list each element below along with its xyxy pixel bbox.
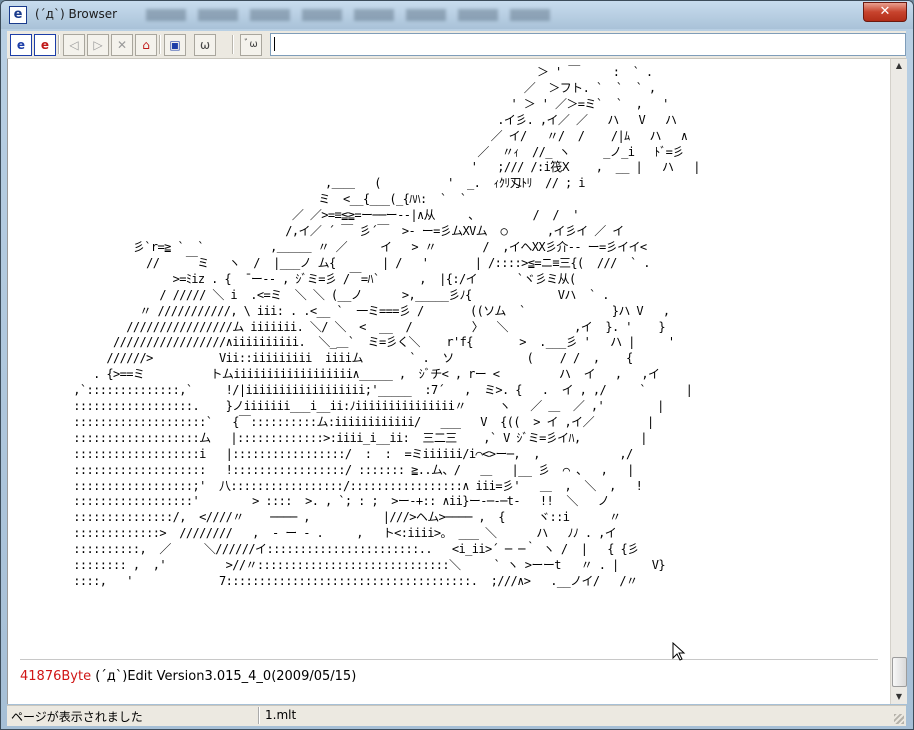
- status-bar: ページが表示されました 1.mlt: [7, 705, 906, 726]
- toolbar-separator: [159, 35, 161, 54]
- e-icon-blue[interactable]: e: [10, 34, 32, 56]
- face-icon[interactable]: ω: [194, 34, 216, 56]
- divider-line: [20, 659, 878, 660]
- address-input[interactable]: [270, 33, 906, 56]
- toolbar: e e ◁ ▷ ✕ ⌂ ▣ ω ﾞω: [7, 31, 906, 59]
- status-filename: 1.mlt: [265, 708, 297, 722]
- status-separator: [258, 707, 260, 724]
- app-icon: e: [9, 6, 27, 24]
- scroll-thumb[interactable]: [892, 657, 907, 687]
- byte-count: 41876Byte: [20, 669, 92, 684]
- scroll-up-arrow-icon[interactable]: ▲: [891, 59, 907, 73]
- vertical-scrollbar[interactable]: ▲ ▼: [890, 59, 907, 704]
- mouse-pointer-icon: [672, 642, 686, 661]
- forward-icon[interactable]: ▷: [87, 34, 109, 56]
- resize-grip-icon[interactable]: [894, 714, 904, 724]
- blurred-menu-bar: [146, 9, 556, 21]
- document-view[interactable]: ＞ ' ￣ : ` . ／ ＞フト. ` ` ` , ' ＞ ' ／＞=ミ` `…: [7, 59, 891, 704]
- back-icon[interactable]: ◁: [63, 34, 85, 56]
- home-icon[interactable]: ⌂: [135, 34, 157, 56]
- stop-icon[interactable]: ✕: [111, 34, 133, 56]
- window-icon[interactable]: ▣: [164, 34, 186, 56]
- text-caret: [274, 37, 275, 51]
- status-message: ページが表示されました: [11, 710, 143, 724]
- window-title: (´д`) Browser: [35, 7, 118, 21]
- browser-window: e (´д`) Browser ✕ e e ◁ ▷ ✕ ⌂ ▣ ω ﾞω ＞ '…: [0, 0, 914, 730]
- version-text: (´д`)Edit Version3.015_4_0(2009/05/15): [91, 669, 357, 684]
- cat-icon[interactable]: ﾞω: [240, 34, 262, 56]
- toolbar-separator: [232, 35, 234, 54]
- e-icon-red[interactable]: e: [34, 34, 56, 56]
- ascii-art: ＞ ' ￣ : ` . ／ ＞フト. ` ` ` , ' ＞ ' ／＞=ミ` `…: [73, 65, 700, 588]
- toolbar-separator: [58, 35, 60, 54]
- document-footer: 41876Byte (´д`)Edit Version3.015_4_0(200…: [20, 669, 356, 684]
- scroll-down-arrow-icon[interactable]: ▼: [891, 690, 907, 704]
- title-bar[interactable]: e (´д`) Browser ✕: [1, 1, 913, 29]
- close-button[interactable]: ✕: [863, 2, 907, 22]
